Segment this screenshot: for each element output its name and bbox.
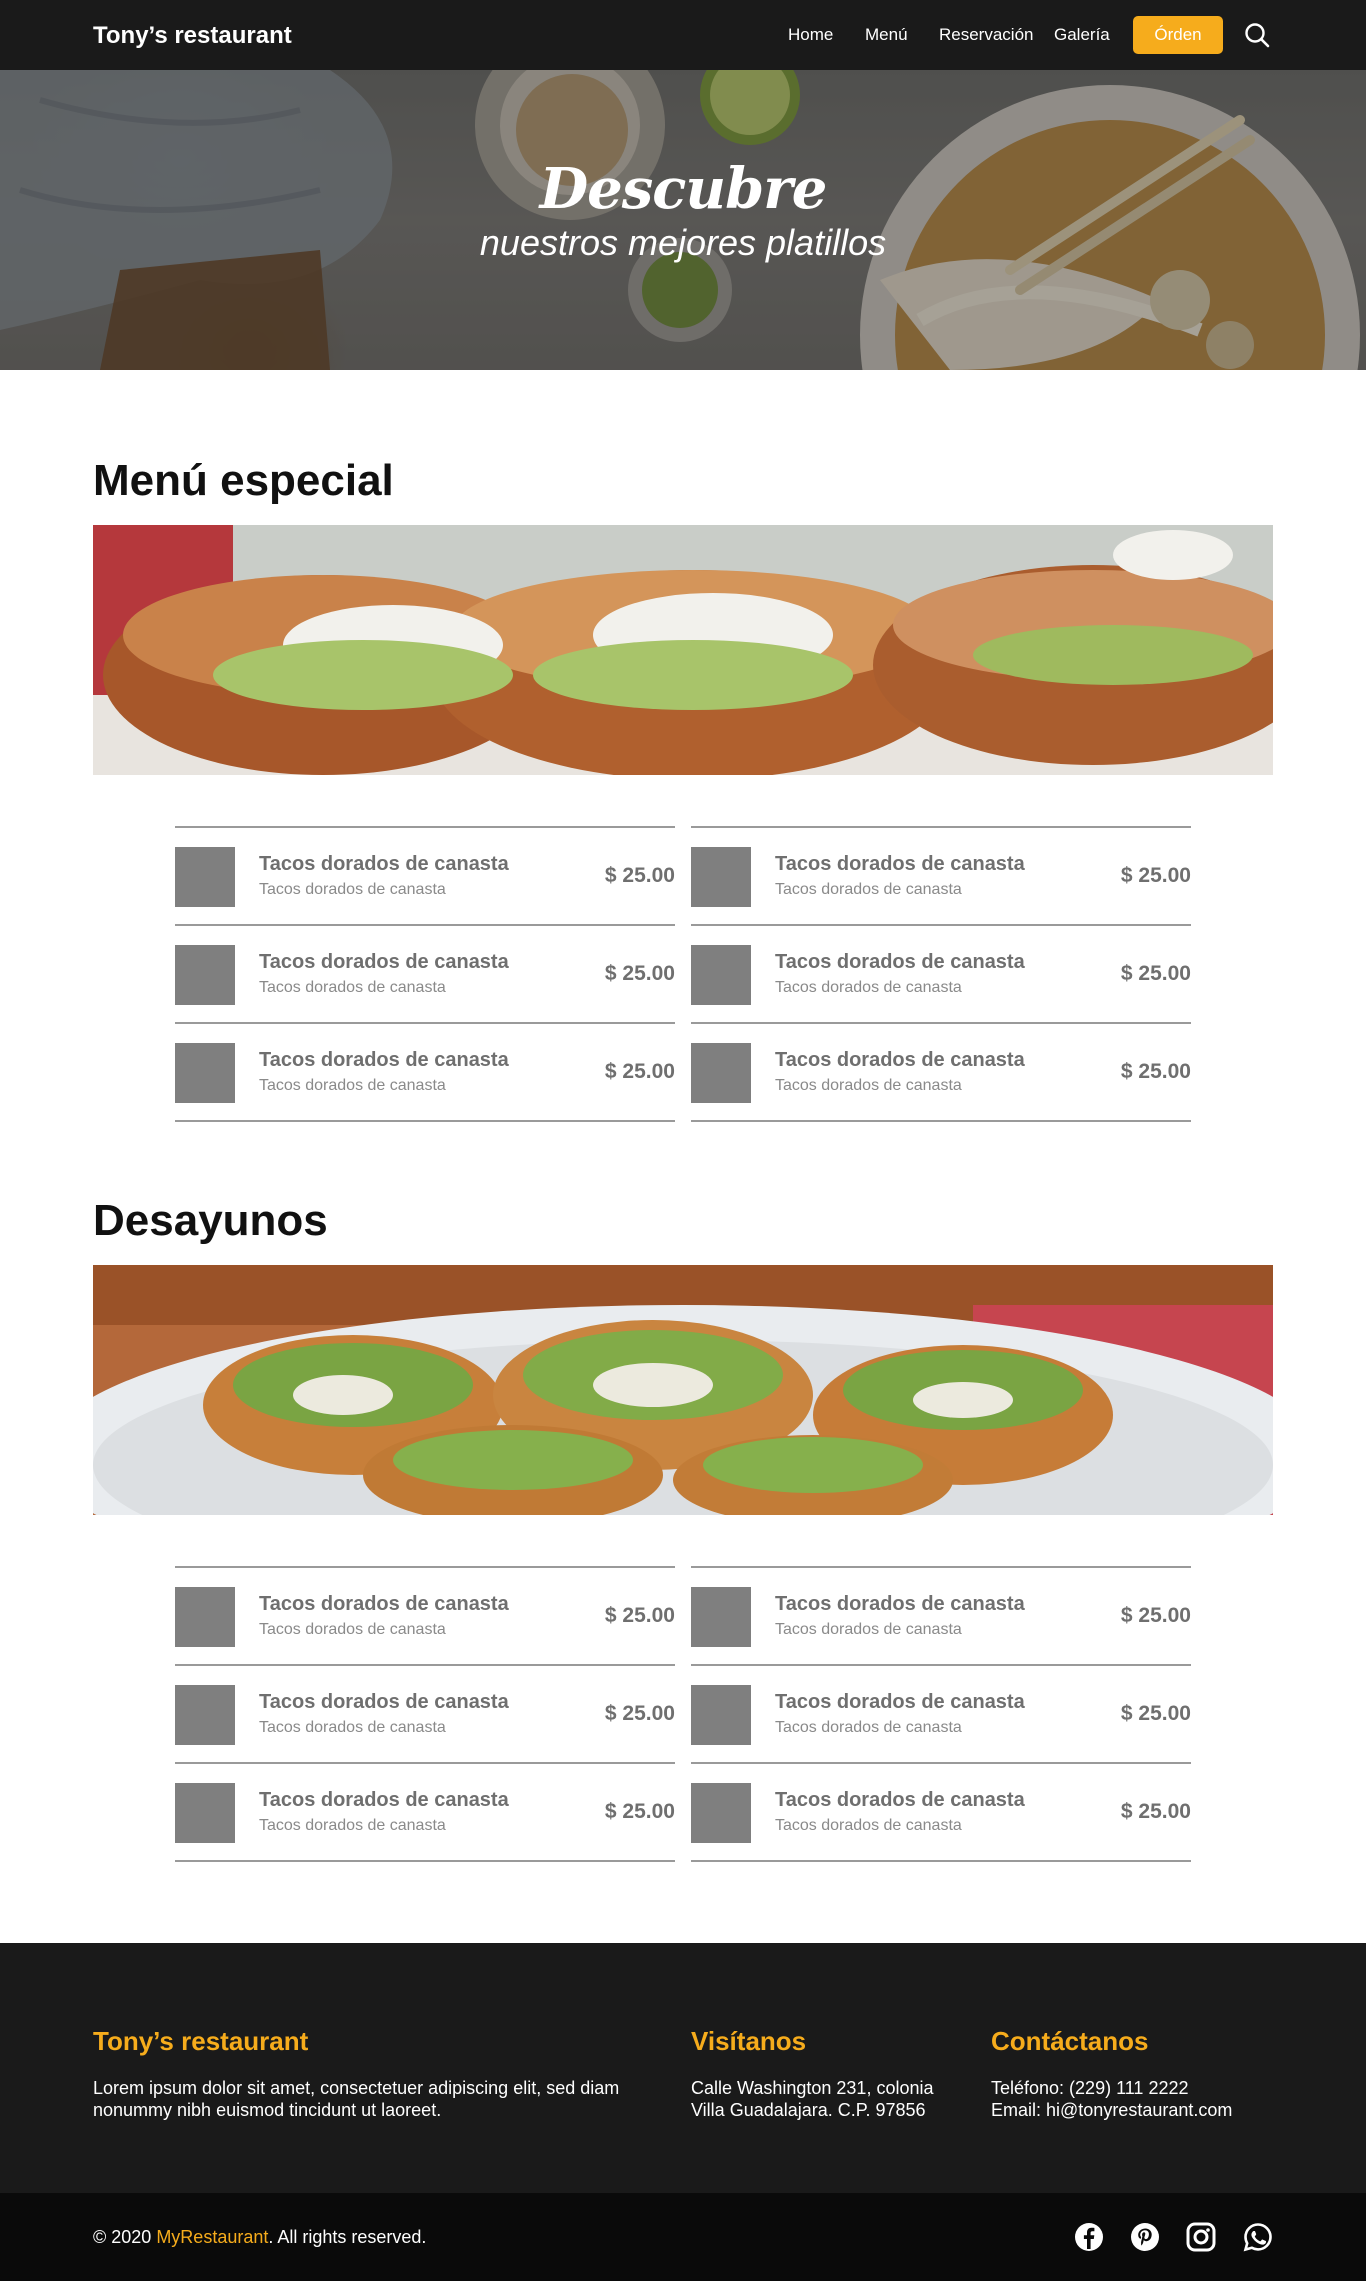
- footer-visit-title: Visítanos: [691, 2026, 807, 2056]
- menu-item[interactable]: Tacos dorados de canasta Tacos dorados d…: [175, 1022, 675, 1122]
- menu-item-price: $ 25.00: [1120, 1702, 1191, 1725]
- footer: Tony’s restaurant Lorem ipsum dolor sit …: [0, 1943, 1366, 2193]
- menu-especial-banner-image: [93, 525, 1273, 775]
- menu-item-price: $ 25.00: [604, 1060, 675, 1083]
- copyright-suffix: . All rights reserved.: [268, 2227, 427, 2247]
- menu-item-description: Tacos dorados de canasta: [775, 1621, 962, 1638]
- menu-item-description: Tacos dorados de canasta: [775, 881, 962, 898]
- menu-item-name: Tacos dorados de canasta: [775, 1691, 1025, 1713]
- menu-item-thumbnail: [175, 945, 235, 1005]
- section-title-desayunos: Desayunos: [93, 1196, 328, 1245]
- footer-about-text: Lorem ipsum dolor sit amet, consectetuer…: [93, 2078, 620, 2120]
- menu-item-price: $ 25.00: [604, 962, 675, 985]
- menu-item-description: Tacos dorados de canasta: [259, 1077, 446, 1094]
- menu-item-description: Tacos dorados de canasta: [775, 1077, 962, 1094]
- menu-item-name: Tacos dorados de canasta: [775, 853, 1025, 875]
- menu-item-name: Tacos dorados de canasta: [259, 951, 509, 973]
- menu-item[interactable]: Tacos dorados de canasta Tacos dorados d…: [691, 1762, 1191, 1862]
- footer-email[interactable]: Email: hi@tonyrestaurant.com: [991, 2099, 1291, 2121]
- bottom-bar: © 2020 MyRestaurant. All rights reserved…: [0, 2193, 1366, 2281]
- menu-item-thumbnail: [175, 847, 235, 907]
- menu-item-thumbnail: [691, 1685, 751, 1745]
- menu-item-name: Tacos dorados de canasta: [775, 1789, 1025, 1811]
- brand-logo[interactable]: Tony’s restaurant: [93, 21, 292, 51]
- menu-item-price: $ 25.00: [1120, 1800, 1191, 1823]
- menu-item-description: Tacos dorados de canasta: [775, 1719, 962, 1736]
- menu-item-thumbnail: [691, 847, 751, 907]
- menu-item-thumbnail: [691, 1783, 751, 1843]
- pinterest-icon[interactable]: [1130, 2222, 1160, 2252]
- menu-item[interactable]: Tacos dorados de canasta Tacos dorados d…: [175, 1566, 675, 1664]
- footer-contact-title: Contáctanos: [991, 2026, 1149, 2056]
- menu-item-description: Tacos dorados de canasta: [775, 979, 962, 996]
- nav-link-home[interactable]: Home: [788, 24, 833, 46]
- nav-link-galeria[interactable]: Galería: [1054, 24, 1110, 46]
- menu-item-description: Tacos dorados de canasta: [259, 1621, 446, 1638]
- menu-item-price: $ 25.00: [604, 1604, 675, 1627]
- menu-item[interactable]: Tacos dorados de canasta Tacos dorados d…: [175, 1762, 675, 1862]
- menu-item[interactable]: Tacos dorados de canasta Tacos dorados d…: [691, 924, 1191, 1022]
- footer-address-line-1: Calle Washington 231, colonia: [691, 2078, 934, 2098]
- facebook-icon[interactable]: [1074, 2222, 1104, 2252]
- menu-item-thumbnail: [175, 1685, 235, 1745]
- menu-item-name: Tacos dorados de canasta: [775, 1049, 1025, 1071]
- menu-item-name: Tacos dorados de canasta: [259, 1789, 509, 1811]
- whatsapp-icon[interactable]: [1243, 2222, 1273, 2252]
- footer-address: Calle Washington 231, colonia Villa Guad…: [691, 2077, 981, 2121]
- menu-item-description: Tacos dorados de canasta: [259, 1719, 446, 1736]
- menu-item-name: Tacos dorados de canasta: [775, 1593, 1025, 1615]
- menu-item-description: Tacos dorados de canasta: [775, 1817, 962, 1834]
- footer-about-title: Tony’s restaurant: [93, 2026, 309, 2056]
- order-button[interactable]: Órden: [1133, 16, 1223, 54]
- desayunos-banner-image: [93, 1265, 1273, 1515]
- menu-item-price: $ 25.00: [604, 1800, 675, 1823]
- footer-phone[interactable]: Teléfono: (229) 111 2222: [991, 2077, 1291, 2099]
- menu-item[interactable]: Tacos dorados de canasta Tacos dorados d…: [175, 826, 675, 924]
- menu-item-price: $ 25.00: [604, 864, 675, 887]
- menu-item-name: Tacos dorados de canasta: [259, 1049, 509, 1071]
- menu-item-thumbnail: [175, 1043, 235, 1103]
- search-icon[interactable]: [1244, 22, 1270, 48]
- menu-item-name: Tacos dorados de canasta: [775, 951, 1025, 973]
- hero-subtitle: nuestros mejores platillos: [479, 222, 887, 263]
- footer-address-line-2: Villa Guadalajara. C.P. 97856: [691, 2100, 926, 2120]
- menu-item-thumbnail: [691, 1587, 751, 1647]
- copyright-brand-link[interactable]: MyRestaurant: [156, 2227, 268, 2247]
- menu-item-description: Tacos dorados de canasta: [259, 1817, 446, 1834]
- menu-item-price: $ 25.00: [1120, 962, 1191, 985]
- menu-item-name: Tacos dorados de canasta: [259, 1691, 509, 1713]
- menu-item-thumbnail: [691, 945, 751, 1005]
- nav-link-reservacion[interactable]: Reservación: [939, 24, 1034, 46]
- menu-item[interactable]: Tacos dorados de canasta Tacos dorados d…: [691, 1664, 1191, 1762]
- copyright-prefix: © 2020: [93, 2227, 157, 2247]
- menu-item[interactable]: Tacos dorados de canasta Tacos dorados d…: [175, 924, 675, 1022]
- menu-item-description: Tacos dorados de canasta: [259, 881, 446, 898]
- menu-item-price: $ 25.00: [1120, 1604, 1191, 1627]
- instagram-icon[interactable]: [1186, 2222, 1216, 2252]
- menu-item-price: $ 25.00: [1120, 864, 1191, 887]
- menu-item[interactable]: Tacos dorados de canasta Tacos dorados d…: [691, 1566, 1191, 1664]
- menu-item[interactable]: Tacos dorados de canasta Tacos dorados d…: [691, 1022, 1191, 1122]
- menu-item-thumbnail: [175, 1587, 235, 1647]
- menu-item-name: Tacos dorados de canasta: [259, 1593, 509, 1615]
- menu-item[interactable]: Tacos dorados de canasta Tacos dorados d…: [175, 1664, 675, 1762]
- section-title-menu-especial: Menú especial: [93, 456, 394, 505]
- menu-item-thumbnail: [691, 1043, 751, 1103]
- nav-link-menu[interactable]: Menú: [865, 24, 908, 46]
- menu-item-name: Tacos dorados de canasta: [259, 853, 509, 875]
- hero-banner: Descubre nuestros mejores platillos: [0, 70, 1366, 370]
- top-navbar: Tony’s restaurant Home Menú Reservación …: [0, 0, 1366, 70]
- copyright: © 2020 MyRestaurant. All rights reserved…: [93, 2226, 426, 2248]
- menu-item-price: $ 25.00: [604, 1702, 675, 1725]
- menu-item-thumbnail: [175, 1783, 235, 1843]
- menu-item-price: $ 25.00: [1120, 1060, 1191, 1083]
- hero-title: Descubre: [539, 156, 828, 222]
- menu-item[interactable]: Tacos dorados de canasta Tacos dorados d…: [691, 826, 1191, 924]
- menu-item-description: Tacos dorados de canasta: [259, 979, 446, 996]
- footer-contact: Teléfono: (229) 111 2222 Email: hi@tonyr…: [991, 2077, 1291, 2121]
